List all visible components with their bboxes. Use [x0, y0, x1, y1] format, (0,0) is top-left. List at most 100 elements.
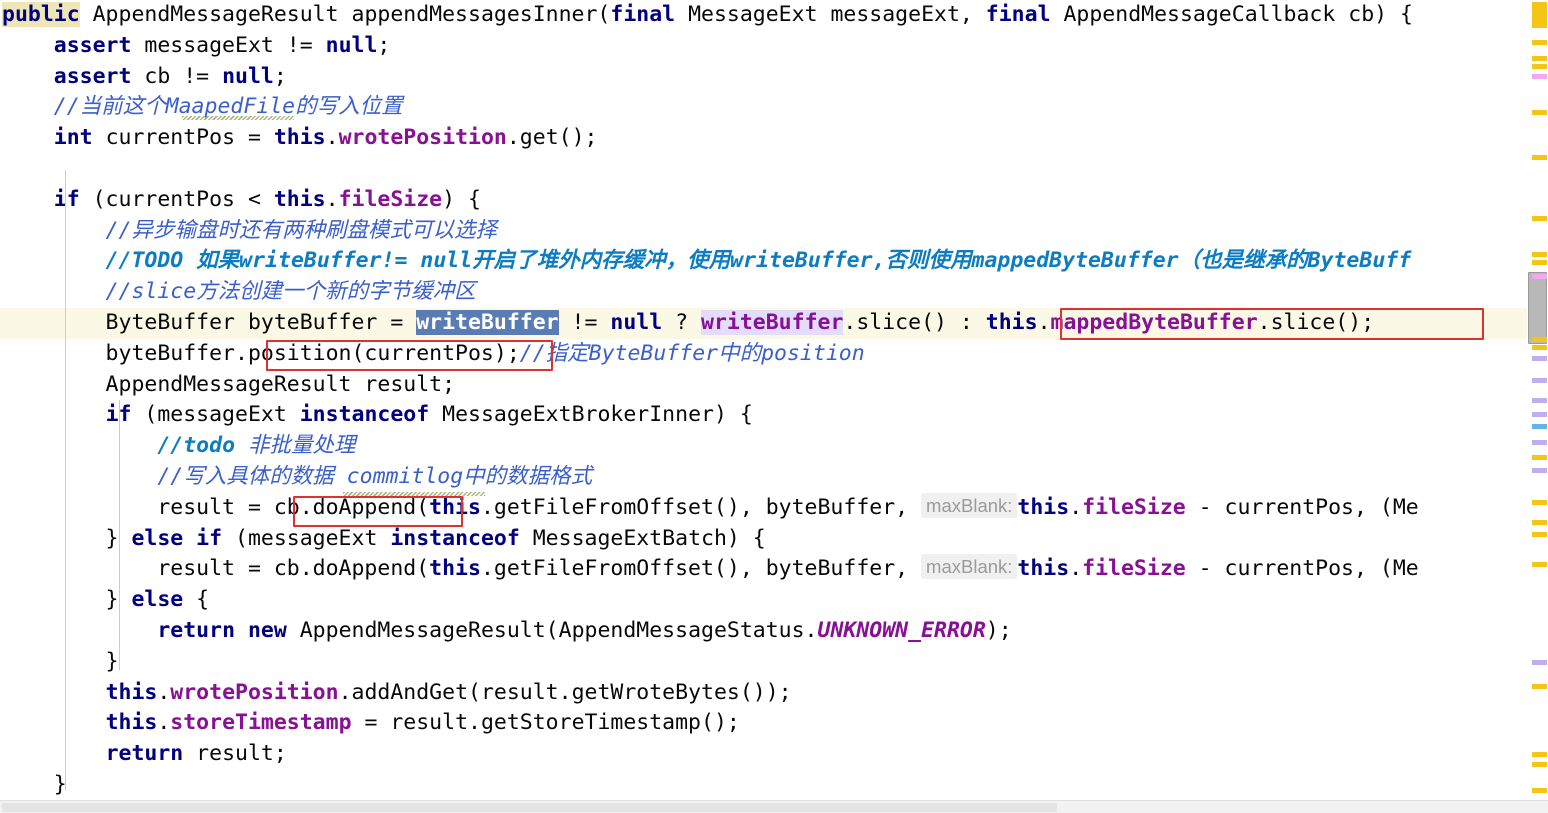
error-stripe-marker[interactable] — [1532, 252, 1547, 257]
error-stripe-marker[interactable] — [1532, 468, 1547, 473]
indent-guide — [119, 590, 120, 620]
error-stripe-marker[interactable] — [1532, 110, 1547, 115]
code-token: } — [2, 587, 132, 613]
code-content-area[interactable]: public AppendMessageResult appendMessage… — [0, 0, 1527, 800]
code-line[interactable]: //TODO 如果writeBuffer!= null开启了堆外内存缓冲，使用w… — [0, 246, 1527, 277]
code-line[interactable]: this.storeTimestamp = result.getStoreTim… — [0, 708, 1527, 739]
code-token: public — [2, 2, 80, 27]
code-comment: //指定ByteBuffer中的position — [519, 340, 865, 366]
error-stripe-marker[interactable] — [1532, 788, 1547, 793]
error-stripe-marker[interactable] — [1532, 660, 1547, 665]
error-stripe-marker[interactable] — [1532, 274, 1547, 279]
horizontal-scrollbar[interactable] — [0, 800, 1548, 813]
error-stripe-marker[interactable] — [1532, 398, 1547, 403]
error-stripe-marker[interactable] — [1532, 64, 1547, 69]
java-keyword: this — [429, 494, 481, 520]
code-line[interactable]: if (currentPos < this.fileSize) { — [0, 185, 1527, 216]
error-stripe-marker[interactable] — [1532, 345, 1547, 350]
code-line[interactable]: } — [0, 647, 1527, 678]
code-line[interactable]: assert messageExt != null; — [0, 31, 1527, 62]
error-stripe-marker[interactable] — [1532, 455, 1547, 460]
error-stripe-marker[interactable] — [1532, 424, 1547, 429]
code-token: .addAndGet(result.getWroteBytes()); — [338, 679, 792, 705]
code-line[interactable]: ByteBuffer byteBuffer = writeBuffer != n… — [0, 307, 1527, 339]
code-token: AppendMessageResult(AppendMessageStatus. — [286, 617, 818, 643]
code-line[interactable]: byteBuffer.position(currentPos);//指定Byte… — [0, 339, 1527, 370]
code-comment: //todo — [157, 433, 236, 459]
code-line[interactable] — [0, 154, 1527, 185]
horizontal-scrollbar-thumb[interactable] — [2, 803, 1057, 812]
indent-guide — [65, 170, 66, 790]
code-line[interactable]: this.wrotePosition.addAndGet(result.getW… — [0, 678, 1527, 709]
java-field: fileSize — [1082, 556, 1186, 582]
code-line[interactable]: AppendMessageResult result; — [0, 370, 1527, 401]
java-field: wrotePosition — [170, 679, 339, 705]
code-token: ); — [985, 617, 1012, 643]
error-stripe-marker[interactable] — [1532, 356, 1547, 361]
code-line[interactable]: if (messageExt instanceof MessageExtBrok… — [0, 400, 1527, 431]
error-stripe-marker[interactable] — [1532, 562, 1547, 567]
error-stripe-marker[interactable] — [1532, 378, 1547, 383]
code-line[interactable]: public AppendMessageResult appendMessage… — [0, 0, 1527, 31]
code-line[interactable]: result = cb.doAppend(this.getFileFromOff… — [0, 554, 1527, 585]
code-token: result = cb.doAppend( — [2, 494, 430, 520]
java-keyword: this — [985, 309, 1038, 335]
java-keyword: this — [273, 186, 326, 212]
code-line[interactable]: //slice方法创建一个新的字节缓冲区 — [0, 277, 1527, 308]
error-stripe-marker[interactable] — [1532, 56, 1547, 61]
vertical-scrollbar-thumb[interactable] — [1528, 272, 1547, 344]
error-stripe-gutter[interactable] — [1527, 0, 1548, 800]
error-stripe-marker[interactable] — [1532, 520, 1547, 525]
error-stripe-marker[interactable] — [1532, 762, 1547, 767]
error-stripe-marker[interactable] — [1532, 684, 1547, 689]
error-stripe-marker[interactable] — [1532, 337, 1547, 342]
code-line[interactable]: } else { — [0, 585, 1527, 616]
code-token: . — [1037, 309, 1051, 335]
java-keyword: instanceof — [390, 525, 520, 551]
code-comment: //写入具体的数据 commitlog中的数据格式 — [157, 463, 593, 489]
code-line[interactable]: //异步输盘时还有两种刷盘模式可以选择 — [0, 216, 1527, 247]
java-keyword: this — [429, 556, 481, 582]
java-field: UNKNOWN_ERROR — [817, 617, 986, 643]
code-line[interactable]: return new AppendMessageResult(AppendMes… — [0, 616, 1527, 647]
error-stripe-marker[interactable] — [1532, 752, 1547, 757]
error-stripe-marker[interactable] — [1532, 2, 1547, 28]
error-stripe-marker[interactable] — [1532, 532, 1547, 537]
java-keyword: null — [325, 32, 378, 58]
code-line[interactable]: } — [0, 770, 1527, 800]
code-token: result; — [183, 741, 287, 767]
maaped-file-typo-squiggle — [182, 116, 294, 120]
code-editor-pane[interactable]: public AppendMessageResult appendMessage… — [0, 0, 1548, 813]
code-line[interactable]: result = cb.doAppend(this.getFileFromOff… — [0, 492, 1527, 524]
code-line[interactable]: assert cb != null; — [0, 62, 1527, 93]
error-stripe-marker[interactable] — [1532, 155, 1547, 160]
parameter-hint[interactable]: maxBlank: — [921, 492, 1018, 518]
error-stripe-marker[interactable] — [1532, 500, 1547, 505]
code-line[interactable]: } else if (messageExt instanceof Message… — [0, 524, 1527, 555]
code-line[interactable]: //写入具体的数据 commitlog中的数据格式 — [0, 462, 1527, 493]
error-stripe-marker[interactable] — [1532, 440, 1547, 445]
code-line[interactable]: return result; — [0, 739, 1527, 770]
code-comment: 非批量处理 — [235, 433, 356, 459]
selected-symbol: writeBuffer — [416, 309, 559, 335]
error-stripe-marker[interactable] — [1532, 216, 1547, 221]
error-stripe-marker[interactable] — [1532, 74, 1547, 79]
parameter-hint[interactable]: maxBlank: — [921, 554, 1018, 580]
error-stripe-marker[interactable] — [1532, 40, 1547, 45]
code-line[interactable]: int currentPos = this.wrotePosition.get(… — [0, 123, 1527, 154]
code-token: . — [157, 710, 171, 736]
java-keyword: null — [610, 309, 663, 335]
java-field: storeTimestamp — [170, 710, 352, 736]
code-token: (messageExt — [222, 525, 391, 551]
java-keyword: else if — [131, 525, 223, 551]
error-stripe-marker[interactable] — [1532, 260, 1547, 265]
code-line[interactable]: //todo 非批量处理 — [0, 431, 1527, 462]
code-token: . — [325, 186, 339, 212]
error-stripe-marker[interactable] — [1532, 412, 1547, 417]
code-token: .get(); — [506, 125, 598, 151]
java-field: mappedByteBuffer — [1050, 309, 1258, 335]
